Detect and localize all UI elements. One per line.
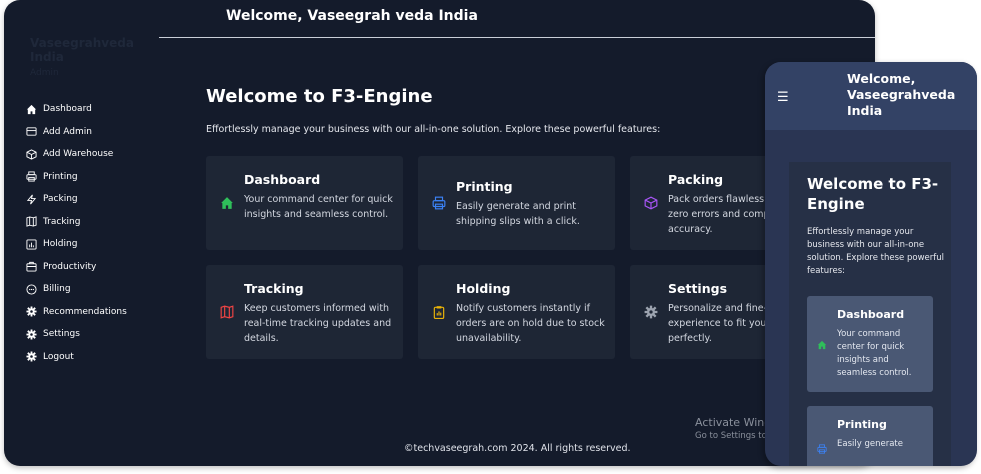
mobile-page-title: Welcome to F3-Engine <box>807 175 939 213</box>
gear-icon <box>26 306 37 317</box>
sidebar-item-recommendations[interactable]: Recommendations <box>26 301 161 324</box>
mobile-card-title: Printing <box>837 418 887 431</box>
bolt-icon <box>26 194 37 205</box>
sidebar-item-label: Logout <box>43 351 74 362</box>
clipboard-icon <box>433 306 445 319</box>
admin-icon <box>26 127 37 136</box>
sidebar-item-label: Add Admin <box>43 126 92 137</box>
sidebar-item-label: Recommendations <box>43 306 127 317</box>
card-title: Holding <box>456 281 511 296</box>
printer-icon <box>432 196 446 210</box>
card-title: Tracking <box>244 281 304 296</box>
gear-icon <box>26 329 37 340</box>
sidebar-item-label: Tracking <box>43 216 81 227</box>
sidebar-item-dashboard[interactable]: Dashboard <box>26 98 161 121</box>
map-icon <box>220 305 234 319</box>
sidebar-item-label: Dashboard <box>43 104 92 115</box>
chat-icon <box>26 284 37 295</box>
sidebar-item-packing[interactable]: Packing <box>26 188 161 211</box>
mobile-content-panel: Welcome to F3-Engine Effortlessly manage… <box>789 162 951 466</box>
home-icon <box>26 104 37 114</box>
card-text: Keep customers informed with real-time t… <box>244 303 392 344</box>
sidebar-item-label: Packing <box>43 194 78 205</box>
feature-card-holding[interactable]: Holding Notify customers instantly if or… <box>418 265 615 359</box>
card-text: Easily generate and print shipping slips… <box>456 201 580 227</box>
mobile-card-text: Easily generate <box>837 439 903 449</box>
brand-name: Vaseegrahveda India <box>30 36 134 64</box>
sidebar-item-label: Holding <box>43 239 78 250</box>
footer-copyright: ©techvaseegrah.com 2024. All rights rese… <box>404 443 631 454</box>
sidebar-item-logout[interactable]: Logout <box>26 346 161 369</box>
header-divider <box>159 37 875 38</box>
card-title: Dashboard <box>244 172 321 187</box>
sidebar-item-productivity[interactable]: Productivity <box>26 256 161 279</box>
card-text: Your command center for quick insights a… <box>244 194 393 220</box>
sidebar-item-label: Printing <box>43 171 78 182</box>
mobile-card-dashboard[interactable]: Dashboard Your command center for quick … <box>807 296 933 392</box>
mobile-header-title: Welcome, Vaseegrahveda India <box>847 71 956 118</box>
gear-icon <box>644 305 658 319</box>
feature-card-tracking[interactable]: Tracking Keep customers informed with re… <box>206 265 403 359</box>
sidebar-item-billing[interactable]: Billing <box>26 278 161 301</box>
home-icon <box>221 197 233 209</box>
printer-icon <box>817 444 827 454</box>
card-text: Notify customers instantly if orders are… <box>456 303 605 344</box>
chart-icon <box>26 239 37 250</box>
sidebar-item-add-warehouse[interactable]: Add Warehouse <box>26 143 161 166</box>
printer-icon <box>26 171 37 182</box>
sidebar-item-holding[interactable]: Holding <box>26 233 161 256</box>
hamburger-icon[interactable]: ☰ <box>777 90 789 105</box>
page-subtitle: Effortlessly manage your business with o… <box>206 124 661 135</box>
card-title: Settings <box>668 281 728 296</box>
sidebar-item-label: Billing <box>43 284 71 295</box>
brand-sub: Admin <box>30 68 59 78</box>
sidebar-item-printing[interactable]: Printing <box>26 166 161 189</box>
sidebar-item-tracking[interactable]: Tracking <box>26 211 161 234</box>
desktop-app-window: Welcome, Vaseegrah veda India Vaseegrahv… <box>4 0 875 466</box>
briefcase-icon <box>26 262 37 272</box>
mobile-card-title: Dashboard <box>837 308 905 321</box>
mobile-card-text: Your command center for quick insights a… <box>837 329 912 378</box>
map-icon <box>26 216 37 227</box>
feature-card-printing[interactable]: Printing Easily generate and print shipp… <box>418 156 615 250</box>
sidebar-item-label: Productivity <box>43 261 97 272</box>
sidebar-item-add-admin[interactable]: Add Admin <box>26 121 161 144</box>
mobile-card-printing[interactable]: Printing Easily generate <box>807 406 933 466</box>
card-title: Packing <box>668 172 724 187</box>
mobile-page-subtitle: Effortlessly manage your business with o… <box>807 227 944 276</box>
mobile-header: ☰ Welcome, Vaseegrahveda India <box>765 62 977 130</box>
sidebar-item-label: Add Warehouse <box>43 149 114 160</box>
brand-logo: Vaseegrahveda India Admin <box>30 36 150 80</box>
header-title: Welcome, Vaseegrah veda India <box>226 8 478 24</box>
sidebar-item-label: Settings <box>43 329 80 340</box>
card-title: Printing <box>456 179 513 194</box>
page-title: Welcome to F3-Engine <box>206 86 433 107</box>
mobile-preview: ☰ Welcome, Vaseegrahveda India Welcome t… <box>765 62 977 466</box>
sidebar: Dashboard Add Admin Add Warehouse Printi… <box>26 98 161 368</box>
feature-card-dashboard[interactable]: Dashboard Your command center for quick … <box>206 156 403 250</box>
gear-icon <box>26 351 37 362</box>
home-icon <box>817 340 827 350</box>
box-icon <box>644 196 658 210</box>
box-icon <box>26 149 37 160</box>
sidebar-item-settings[interactable]: Settings <box>26 323 161 346</box>
